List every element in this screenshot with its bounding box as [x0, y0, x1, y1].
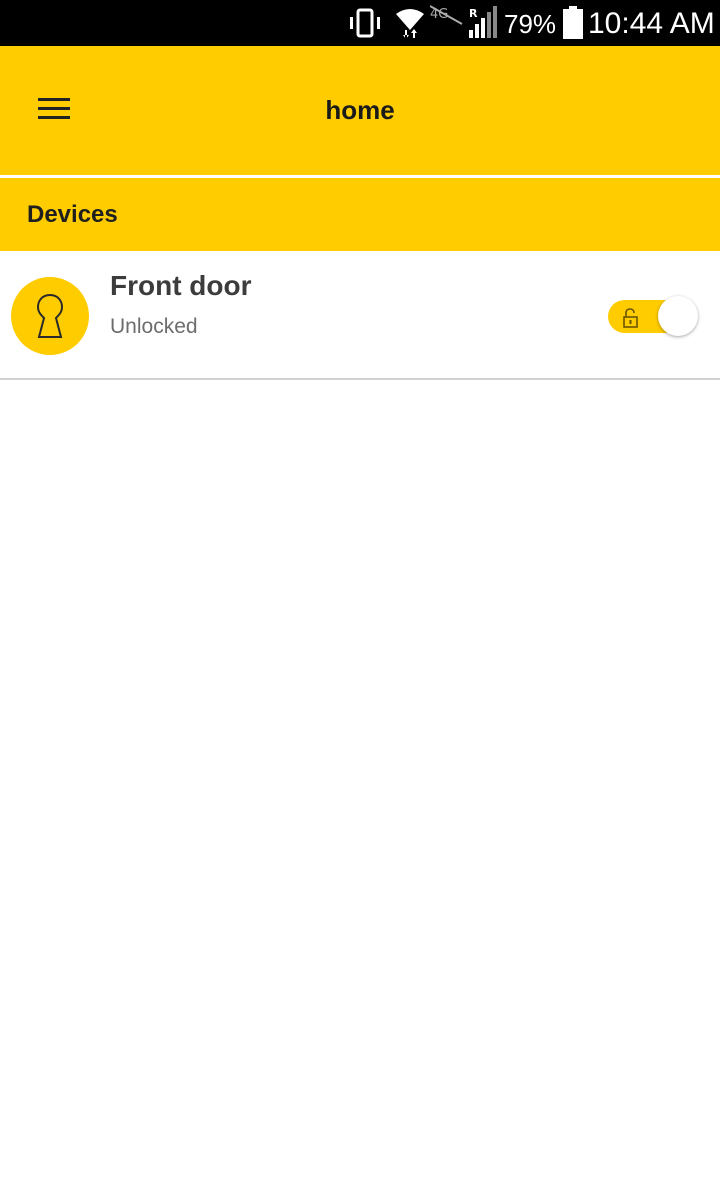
device-name: Front door — [110, 270, 252, 301]
device-avatar — [11, 277, 89, 355]
signal-roaming-icon: R — [466, 6, 498, 45]
page-title: home — [325, 95, 395, 125]
device-row[interactable]: Front door Unlocked — [0, 251, 720, 378]
status-bar: 4G R 79% 10:44 AM — [0, 0, 720, 46]
no-lte-icon: 4G — [429, 4, 464, 31]
empty-content-area — [0, 380, 720, 1187]
battery-percent: 79% — [504, 9, 557, 39]
vibrate-icon — [347, 8, 383, 43]
lock-toggle[interactable] — [606, 296, 700, 336]
svg-text:R: R — [469, 7, 478, 20]
menu-button[interactable] — [26, 84, 82, 134]
app-bar: home — [0, 46, 720, 175]
hamburger-menu-icon — [26, 84, 82, 134]
battery-icon — [562, 6, 584, 45]
device-status: Unlocked — [110, 315, 198, 338]
section-header: Devices — [0, 178, 720, 251]
toggle-thumb[interactable] — [658, 296, 698, 336]
status-time: 10:44 AM — [588, 7, 715, 40]
wifi-icon — [395, 8, 425, 43]
app-screen: 4G R 79% 10:44 AM home Devices Front doo… — [0, 0, 720, 1187]
unlocked-padlock-icon — [622, 308, 640, 333]
section-title-devices: Devices — [27, 201, 118, 228]
keyhole-icon — [11, 277, 89, 355]
